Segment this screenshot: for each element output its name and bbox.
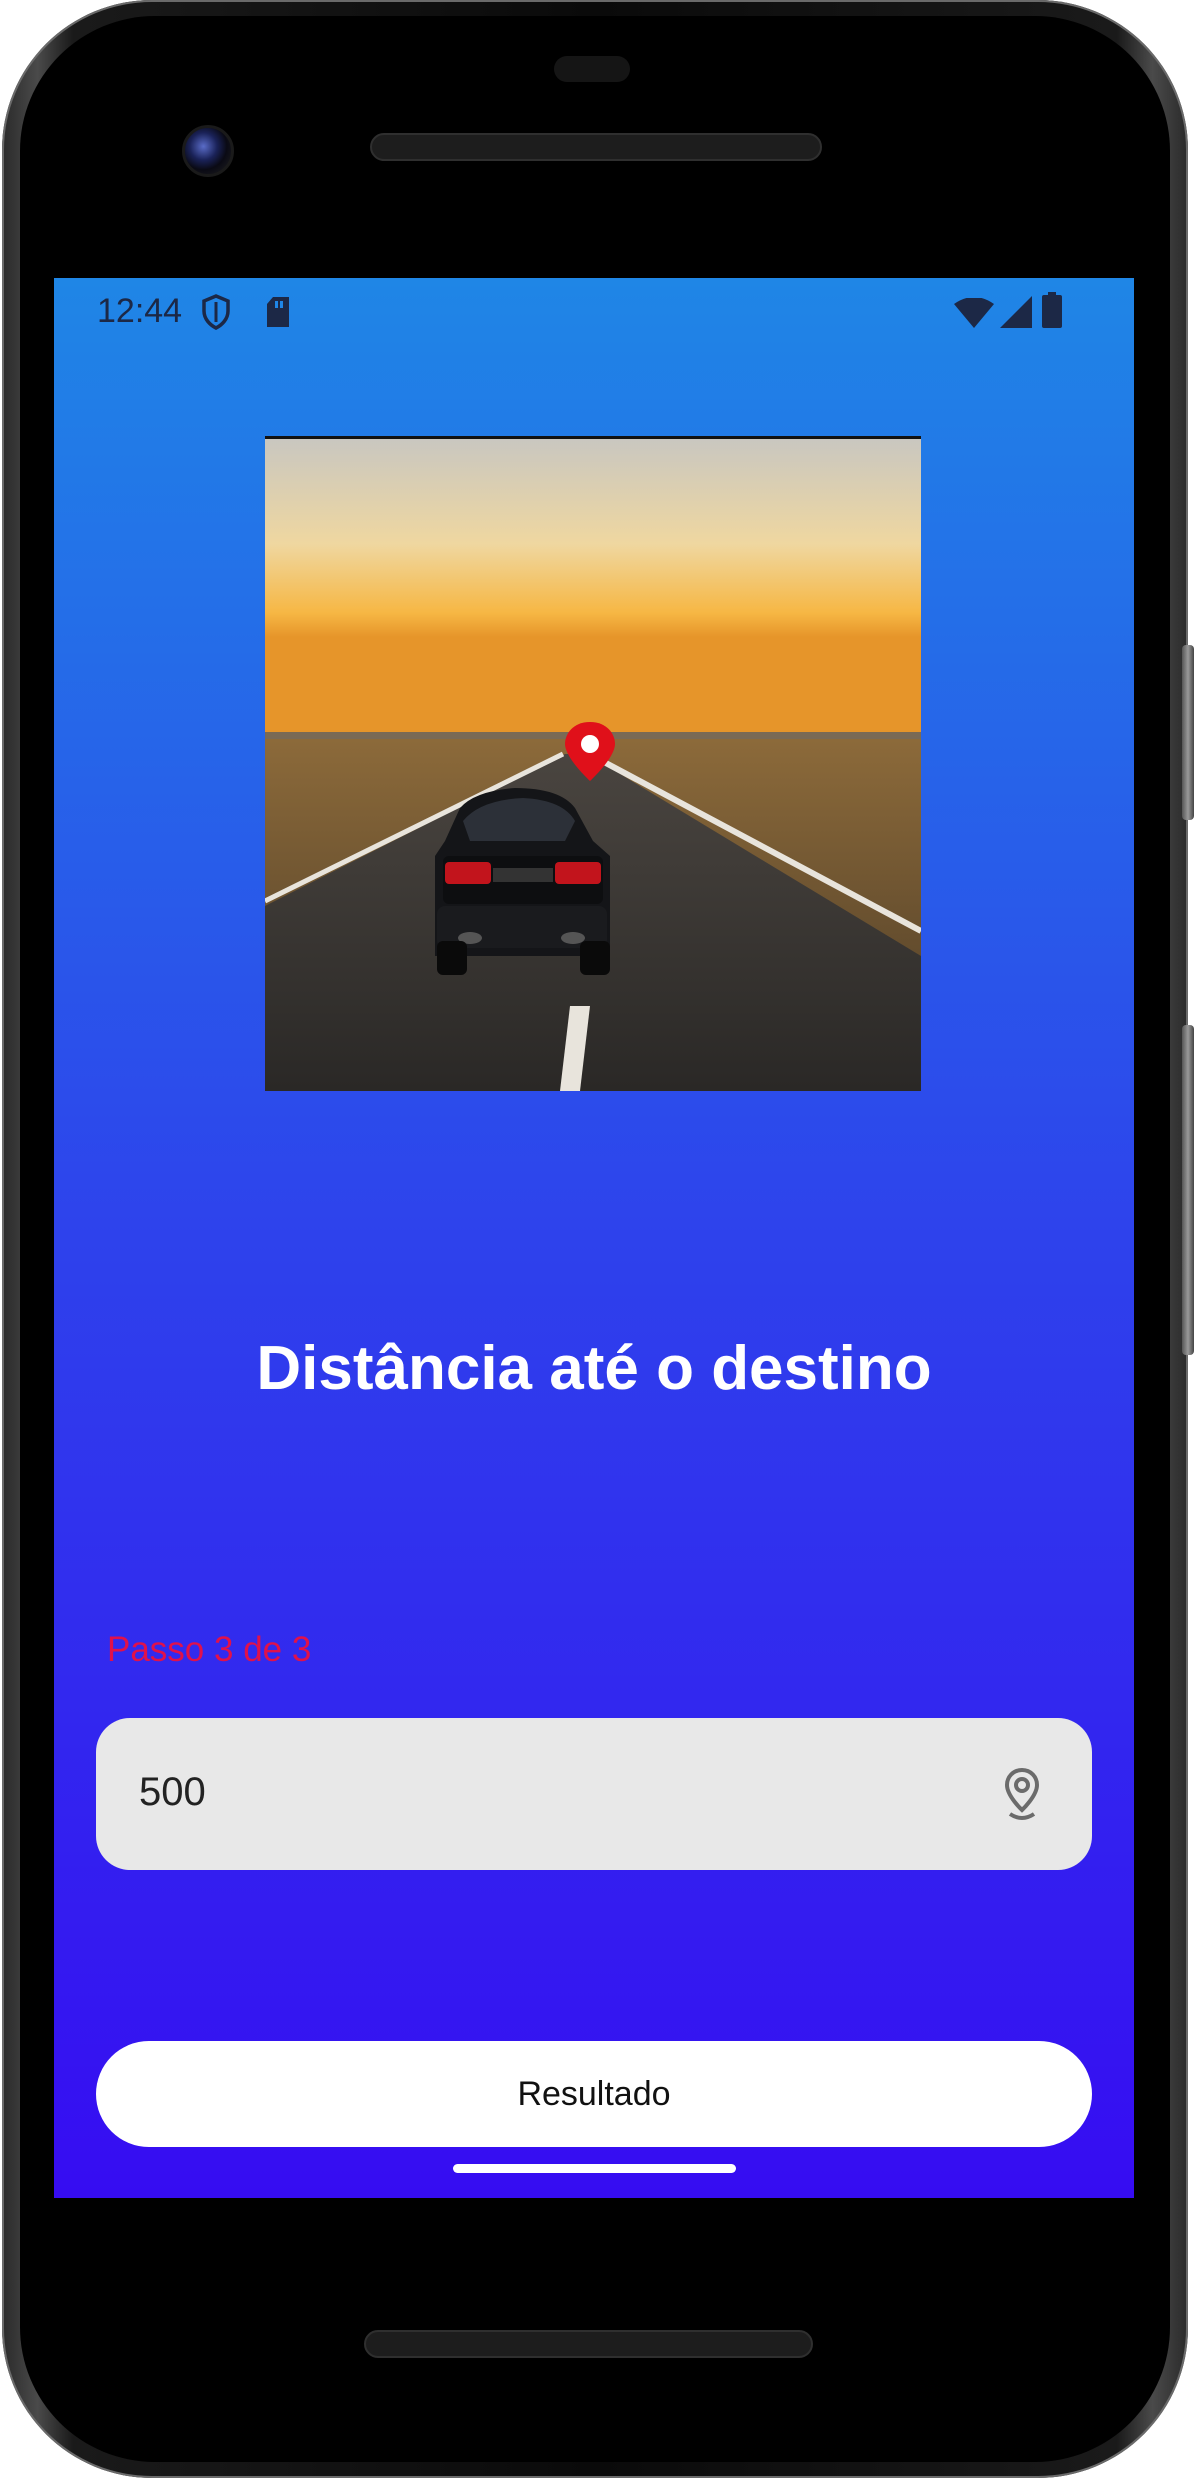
shield-icon [201,294,231,335]
hero-image [265,436,921,1091]
sd-card-icon [265,296,291,333]
status-bar: 12:44 [54,278,1134,358]
earpiece-speaker [370,133,822,161]
front-camera [182,125,234,177]
volume-button [1182,1025,1194,1355]
page-title: Distância até o destino [256,1334,932,1403]
bottom-speaker [364,2330,813,2358]
sensor-slot [554,56,630,82]
battery-icon [1042,292,1062,333]
car-road-illustration [265,436,921,1091]
step-label: Passo 3 de 3 [107,1630,312,1669]
location-pin-icon [1002,1766,1042,1827]
distance-input-value[interactable]: 500 [139,1770,206,1815]
power-button [1182,645,1194,820]
result-button[interactable]: Resultado [96,2041,1092,2147]
cellular-signal-icon [1000,296,1032,333]
app-screen: 12:44 Distância até o destino Passo 3 de… [54,278,1134,2198]
phone-frame: 12:44 Distância até o destino Passo 3 de… [2,0,1194,2478]
home-indicator[interactable] [453,2164,736,2173]
wifi-icon [954,297,994,333]
status-time: 12:44 [97,292,183,330]
distance-input[interactable]: 500 [96,1718,1092,1870]
result-button-label: Resultado [517,2074,671,2113]
